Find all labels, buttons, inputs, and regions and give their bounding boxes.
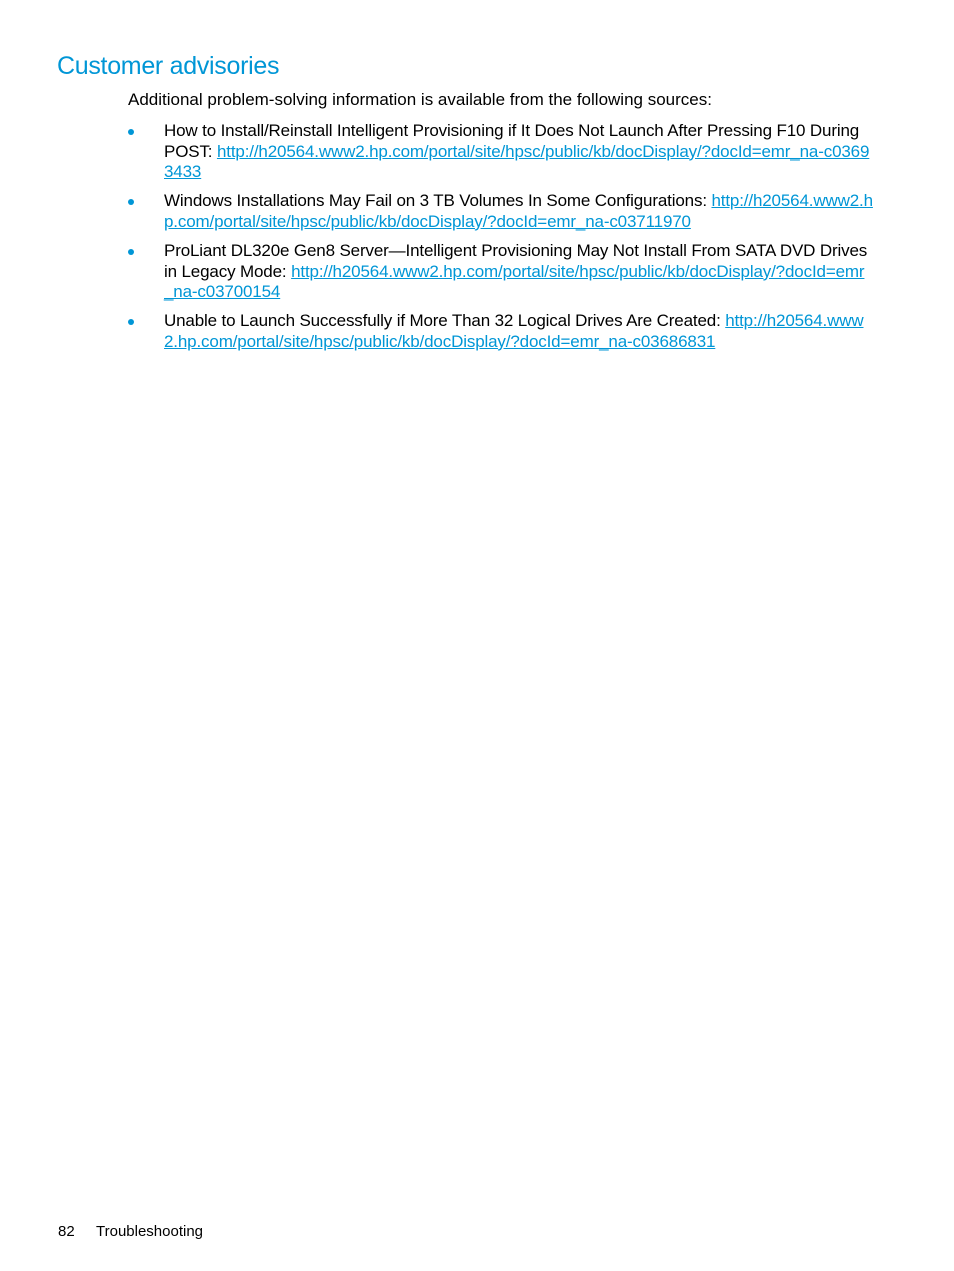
section-heading: Customer advisories — [57, 52, 280, 80]
footer-section-title: Troubleshooting — [96, 1223, 204, 1240]
bullet-icon — [128, 199, 134, 206]
advisory-item: ProLiant DL320e Gen8 Server—Intelligent … — [128, 241, 873, 303]
bullet-icon — [128, 319, 134, 326]
page-number: 82 — [58, 1223, 75, 1240]
advisory-item: Unable to Launch Successfully if More Th… — [128, 311, 873, 352]
advisory-item: How to Install/Reinstall Intelligent Pro… — [128, 121, 873, 183]
bullet-icon — [128, 248, 134, 255]
advisory-list: How to Install/Reinstall Intelligent Pro… — [128, 121, 873, 361]
advisory-text: Windows Installations May Fail on 3 TB V… — [164, 191, 712, 211]
advisory-item: Windows Installations May Fail on 3 TB V… — [128, 191, 873, 232]
advisory-text: Unable to Launch Successfully if More Th… — [164, 311, 726, 331]
page-footer: 82 Troubleshooting — [58, 1222, 203, 1242]
intro-paragraph: Additional problem-solving information i… — [128, 90, 712, 109]
advisory-link[interactable]: http://h20564.www2.hp.com/portal/site/hp… — [164, 142, 869, 182]
bullet-icon — [128, 129, 134, 135]
